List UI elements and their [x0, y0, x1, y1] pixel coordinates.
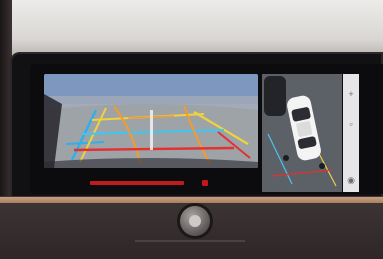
rear-camera-view: [44, 74, 258, 168]
wood-trim-strip: [0, 197, 383, 203]
dashboard-top-panel: [0, 0, 383, 56]
control-knob-cap[interactable]: [189, 215, 201, 227]
center-marker: [150, 110, 153, 150]
camera-switch-icon[interactable]: ▫: [345, 118, 357, 130]
infotainment-display: + ▫ ◉: [30, 64, 383, 194]
settings-icon[interactable]: ◉: [345, 174, 357, 186]
neighbor-car: [264, 76, 286, 116]
rear-camera-image: [44, 74, 258, 168]
plus-icon[interactable]: +: [345, 88, 357, 100]
warning-indicator: [202, 180, 208, 186]
camera-side-controls: + ▫ ◉: [343, 74, 359, 192]
top-view-image: [262, 74, 342, 192]
sensor-dot: [283, 155, 289, 161]
sensor-dot: [319, 163, 325, 169]
surround-top-view: [262, 74, 342, 192]
warning-bar: [90, 181, 184, 185]
control-knob[interactable]: [180, 206, 210, 236]
car-dashboard-scene: + ▫ ◉: [0, 0, 383, 259]
distance-warning-strip: [90, 180, 208, 186]
